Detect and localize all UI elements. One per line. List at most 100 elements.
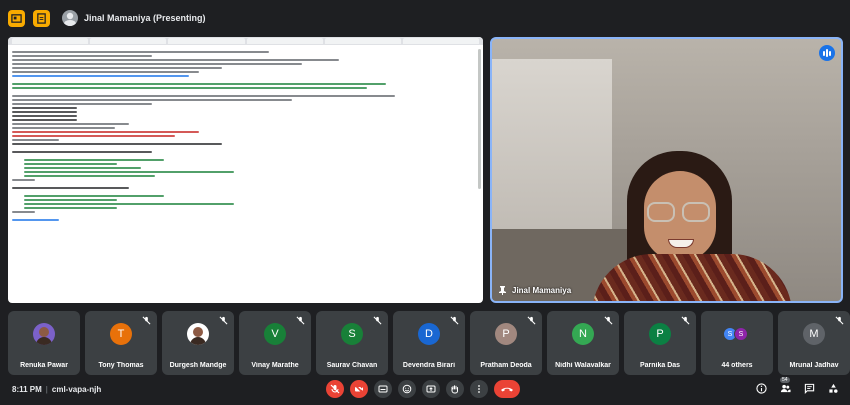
terminal-line xyxy=(12,67,223,69)
emoji-icon xyxy=(402,384,412,394)
shared-screen xyxy=(8,37,483,303)
mic-off-icon xyxy=(330,384,340,394)
layout-icon xyxy=(11,13,22,23)
others-label: 44 others xyxy=(721,362,753,369)
terminal-line xyxy=(12,219,59,221)
camera-toggle-button[interactable] xyxy=(350,380,368,398)
participant-tile[interactable]: S Saurav Chavan xyxy=(316,311,388,375)
terminal-line xyxy=(12,63,302,65)
call-controls xyxy=(326,380,520,398)
speaker-name: Jinal Mamaniya xyxy=(512,285,572,295)
terminal-line xyxy=(12,71,199,73)
terminal-line xyxy=(12,55,153,57)
more-options-button[interactable] xyxy=(470,380,488,398)
participant-tile[interactable]: M Mrunal Jadhav xyxy=(778,311,850,375)
participant-tile[interactable]: V Vinay Marathe xyxy=(239,311,311,375)
terminal-line xyxy=(12,151,153,153)
participant-avatar: N xyxy=(572,323,594,345)
terminal-line xyxy=(24,195,165,197)
side-panel-controls: 54 xyxy=(754,377,840,395)
participant-photo xyxy=(33,323,55,345)
mic-off-icon xyxy=(450,316,459,325)
chat-icon xyxy=(804,383,814,394)
terminal-line xyxy=(12,103,153,105)
layout-button[interactable] xyxy=(8,9,25,27)
participant-name: Parnika Das xyxy=(639,362,681,369)
terminal-line xyxy=(24,207,118,209)
meeting-details-button[interactable] xyxy=(754,381,768,395)
participant-name: Nidhi Walavalkar xyxy=(555,362,611,369)
participant-tile[interactable]: P Parnika Das xyxy=(624,311,696,375)
mic-off-icon xyxy=(142,316,151,325)
terminal-line xyxy=(24,171,235,173)
terminal-line xyxy=(12,127,115,129)
browser-tab-bar xyxy=(8,37,483,45)
others-avatars: SS xyxy=(723,327,748,341)
speaker-shirt xyxy=(592,254,792,301)
participant-tile[interactable]: P Pratham Deoda xyxy=(470,311,542,375)
mic-off-icon xyxy=(527,316,536,325)
presenter-name: Jinal Mamaniya (Presenting) xyxy=(84,13,206,23)
terminal-line xyxy=(24,167,141,169)
speaker-name-tag: Jinal Mamaniya xyxy=(498,285,571,295)
participant-tile[interactable]: D Devendra Birari xyxy=(393,311,465,375)
terminal-line xyxy=(12,187,129,189)
shapes-icon xyxy=(828,383,838,393)
mic-off-icon xyxy=(373,316,382,325)
present-now-button[interactable] xyxy=(422,380,440,398)
terminal-line xyxy=(12,83,386,85)
participant-name: Saurav Chavan xyxy=(326,362,378,369)
participant-tile[interactable]: Renuka Pawar xyxy=(8,311,80,375)
background-window xyxy=(492,59,612,229)
participant-avatar: T xyxy=(110,323,132,345)
meeting-code: cml-vapa-njh xyxy=(51,385,102,394)
activities-button[interactable] xyxy=(826,381,840,395)
chat-button[interactable] xyxy=(802,381,816,395)
participant-avatar: P xyxy=(649,323,671,345)
speaker-video[interactable]: Jinal Mamaniya xyxy=(490,37,843,303)
participant-avatar: S xyxy=(341,323,363,345)
pin-icon[interactable] xyxy=(498,285,507,295)
participant-name: Devendra Birari xyxy=(402,362,456,369)
mic-off-icon xyxy=(681,316,690,325)
hand-icon xyxy=(451,385,458,394)
mic-toggle-button[interactable] xyxy=(326,380,344,398)
terminal-line xyxy=(12,131,199,133)
speaking-indicator-icon xyxy=(819,45,835,61)
terminal-line xyxy=(12,119,78,121)
present-button[interactable] xyxy=(33,9,50,27)
speaker-glasses-left xyxy=(647,202,675,222)
participant-name: Pratham Deoda xyxy=(480,362,532,369)
terminal-line xyxy=(12,51,269,53)
mic-off-icon xyxy=(604,316,613,325)
terminal-line xyxy=(12,95,395,97)
others-tile[interactable]: S S 44 others xyxy=(701,311,773,375)
scrollbar[interactable] xyxy=(478,49,481,189)
terminal-line xyxy=(24,159,165,161)
participant-avatar: M xyxy=(803,323,825,345)
participant-name: Mrunal Jadhav xyxy=(789,362,839,369)
leave-call-button[interactable] xyxy=(494,380,520,398)
participant-avatar: D xyxy=(418,323,440,345)
document-icon xyxy=(37,12,46,24)
more-vert-icon xyxy=(478,385,480,393)
participant-tile[interactable]: Durgesh Mandge xyxy=(162,311,234,375)
participant-tile[interactable]: T Tony Thomas xyxy=(85,311,157,375)
terminal-line xyxy=(12,179,36,181)
participant-avatar: P xyxy=(495,323,517,345)
terminal-line xyxy=(12,123,129,125)
captions-button[interactable] xyxy=(374,380,392,398)
terminal-line xyxy=(12,75,190,77)
terminal-line xyxy=(24,163,118,165)
participant-avatar: V xyxy=(264,323,286,345)
participant-tile[interactable]: N Nidhi Walavalkar xyxy=(547,311,619,375)
speaker-glasses-right xyxy=(682,202,710,222)
reactions-button[interactable] xyxy=(398,380,416,398)
participant-name: Vinay Marathe xyxy=(251,362,299,369)
meeting-meta: 8:11 PM | cml-vapa-njh xyxy=(12,385,102,394)
people-button[interactable]: 54 xyxy=(778,377,792,395)
top-bar: Jinal Mamaniya (Presenting) xyxy=(0,0,850,36)
participant-name: Durgesh Mandge xyxy=(169,362,227,369)
raise-hand-button[interactable] xyxy=(446,380,464,398)
terminal-line xyxy=(12,87,367,89)
